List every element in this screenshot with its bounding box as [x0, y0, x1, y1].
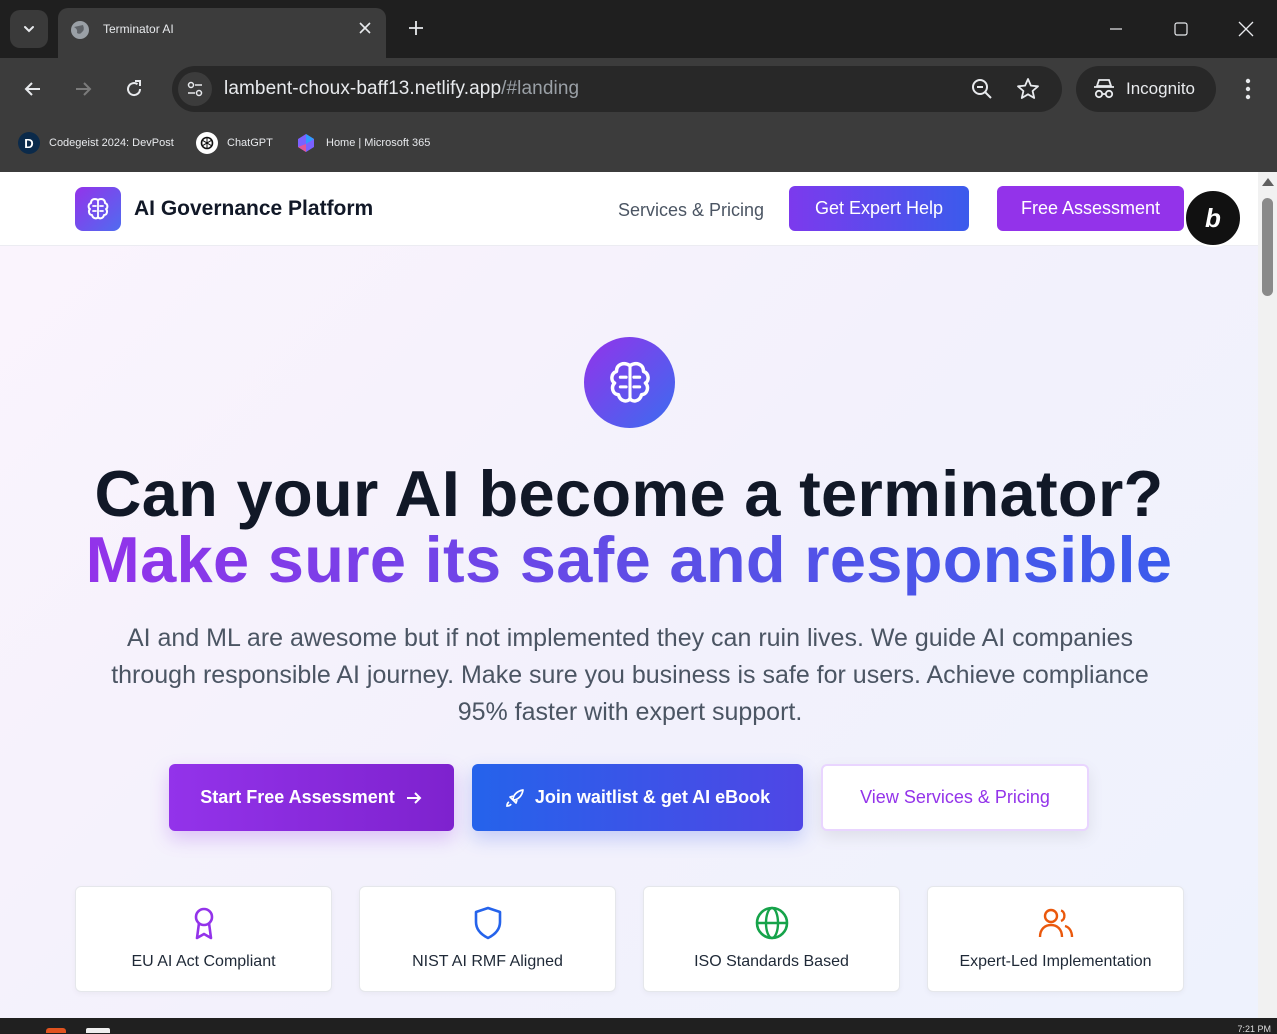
brain-icon — [87, 198, 109, 220]
bookmarks-bar: D Codegeist 2024: DevPost ChatGPT Home |… — [0, 126, 1277, 158]
brain-icon — [609, 361, 650, 403]
view-services-pricing-button[interactable]: View Services & Pricing — [821, 764, 1089, 831]
bolt-badge[interactable]: b — [1184, 189, 1242, 247]
back-button[interactable] — [16, 72, 50, 106]
scroll-up-arrow[interactable] — [1262, 178, 1274, 186]
devpost-icon: D — [18, 132, 40, 154]
scroll-thumb[interactable] — [1262, 198, 1273, 296]
arrow-right-icon — [76, 82, 92, 96]
minimize-button[interactable] — [1101, 14, 1131, 44]
join-waitlist-button[interactable]: Join waitlist & get AI eBook — [472, 764, 803, 831]
new-tab-button[interactable] — [402, 14, 430, 42]
browser-tab[interactable]: Terminator AI — [58, 8, 386, 58]
tune-icon — [187, 81, 203, 97]
tab-close-button[interactable] — [355, 18, 375, 38]
users-icon — [1038, 905, 1074, 941]
kebab-menu-icon — [1245, 78, 1251, 100]
feature-card-expert-led: Expert-Led Implementation — [927, 886, 1184, 992]
bolt-badge-letter: b — [1205, 202, 1221, 233]
tab-strip: Terminator AI — [0, 0, 1277, 58]
site-info-button[interactable] — [178, 72, 212, 106]
chatgpt-icon — [196, 132, 218, 154]
brand-name: AI Governance Platform — [134, 197, 374, 220]
rocket-icon — [505, 788, 524, 807]
cta-label: View Services & Pricing — [860, 787, 1050, 807]
nav-services-pricing[interactable]: Services & Pricing — [618, 200, 764, 221]
microsoft365-icon — [295, 132, 317, 154]
minimize-icon — [1110, 28, 1122, 30]
star-icon — [1017, 78, 1039, 99]
taskbar-app-icon[interactable] — [46, 1028, 66, 1033]
globe-icon — [754, 905, 790, 941]
chevron-down-icon — [24, 26, 34, 33]
reload-button[interactable] — [117, 72, 151, 106]
bookmark-microsoft365[interactable]: Home | Microsoft 365 — [295, 132, 430, 154]
feature-label: ISO Standards Based — [694, 953, 849, 970]
feature-card-iso: ISO Standards Based — [643, 886, 900, 992]
free-assessment-button[interactable]: Free Assessment — [997, 186, 1184, 231]
hero-headline-gradient: Make sure its safe and responsible — [0, 522, 1258, 597]
bookmark-chatgpt[interactable]: ChatGPT — [196, 132, 273, 154]
feature-label: NIST AI RMF Aligned — [412, 953, 563, 970]
bookmark-label: Home | Microsoft 365 — [326, 137, 431, 149]
hero-subtext: AI and ML are awesome but if not impleme… — [111, 624, 1149, 726]
hero-headline: Can your AI become a terminator? — [94, 457, 1164, 530]
url-text: lambent-choux-baff13.netlify.app/#landin… — [224, 78, 579, 100]
tab-search-button[interactable] — [10, 10, 48, 48]
url-path: /#landing — [501, 78, 580, 99]
close-icon — [1238, 21, 1254, 37]
zoom-out-icon — [972, 79, 992, 99]
bookmark-label: ChatGPT — [227, 137, 273, 149]
arrow-right-icon — [406, 791, 422, 804]
close-icon — [359, 22, 371, 34]
tab-title: Terminator AI — [103, 22, 174, 36]
bookmark-star-button[interactable] — [1016, 77, 1040, 106]
hero-headline-gradient-text: Make sure its safe and responsible — [85, 523, 1173, 596]
close-window-button[interactable] — [1231, 14, 1261, 44]
taskbar-app-icon[interactable] — [86, 1028, 110, 1033]
arrow-left-icon — [24, 82, 40, 96]
browser-chrome: Terminator AI lambent-choux-baff13.netli… — [0, 0, 1277, 172]
cta-label: Start Free Assessment — [200, 787, 395, 807]
award-icon — [186, 905, 222, 941]
incognito-label: Incognito — [1126, 79, 1195, 98]
start-free-assessment-button[interactable]: Start Free Assessment — [169, 764, 454, 831]
zoom-button[interactable] — [970, 77, 994, 106]
bookmark-label: Codegeist 2024: DevPost — [49, 137, 174, 149]
url-host: lambent-choux-baff13.netlify.app — [224, 78, 502, 99]
browser-menu-button[interactable] — [1231, 72, 1265, 106]
site-navbar: AI Governance Platform Services & Pricin… — [0, 172, 1258, 247]
hero-brain-badge — [584, 337, 675, 428]
forward-button[interactable] — [66, 72, 100, 106]
bookmark-codegeist[interactable]: D Codegeist 2024: DevPost — [18, 132, 174, 154]
incognito-indicator[interactable]: Incognito — [1076, 66, 1216, 112]
brand-logo[interactable] — [75, 187, 121, 231]
maximize-icon — [1174, 22, 1188, 36]
cta-label: Join waitlist & get AI eBook — [534, 787, 771, 807]
shield-icon — [470, 905, 506, 941]
feature-card-nist: NIST AI RMF Aligned — [359, 886, 616, 992]
incognito-icon — [1094, 79, 1114, 99]
address-bar[interactable]: lambent-choux-baff13.netlify.app/#landin… — [172, 66, 1062, 112]
globe-favicon-icon — [71, 21, 89, 39]
maximize-button[interactable] — [1166, 14, 1196, 44]
reload-icon — [127, 80, 142, 97]
page-viewport: AI Governance Platform Services & Pricin… — [0, 172, 1258, 1018]
os-taskbar: 7:21 PM — [0, 1018, 1277, 1034]
feature-card-eu-ai-act: EU AI Act Compliant — [75, 886, 332, 992]
feature-label: Expert-Led Implementation — [959, 953, 1152, 970]
get-expert-help-button[interactable]: Get Expert Help — [789, 186, 969, 231]
plus-icon — [409, 21, 423, 35]
feature-label: EU AI Act Compliant — [131, 953, 276, 970]
page-scrollbar[interactable] — [1258, 172, 1277, 1018]
